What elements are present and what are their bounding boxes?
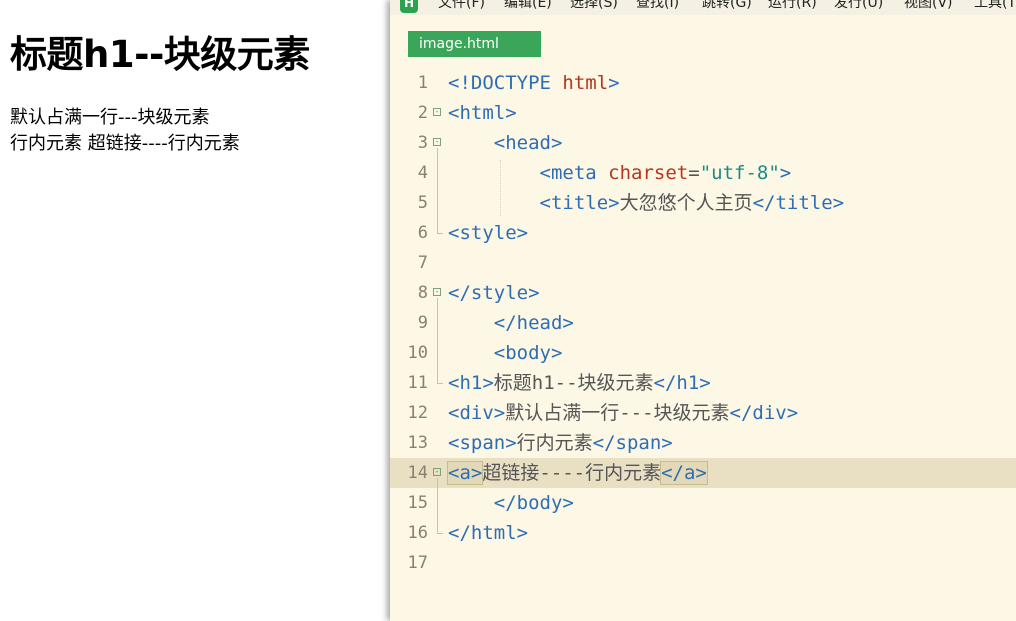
- line-number: 8: [417, 283, 428, 303]
- code-text: <span>行内元素</span>: [448, 432, 673, 454]
- fold-toggle-icon[interactable]: -: [433, 288, 441, 296]
- line-number: 4: [417, 163, 428, 183]
- preview-span-text: 行内元素: [10, 133, 82, 154]
- code-line[interactable]: 4 <meta charset="utf-8">: [390, 158, 1016, 188]
- line-number: 12: [407, 403, 428, 423]
- indent-guide: [500, 160, 501, 216]
- menu-item-2[interactable]: 选择(S): [570, 0, 618, 13]
- fold-guide: [437, 298, 438, 383]
- fold-guide: [437, 148, 438, 233]
- code-line[interactable]: 7: [390, 248, 1016, 278]
- line-number: 16: [407, 523, 428, 543]
- line-number: 3: [417, 133, 428, 153]
- code-line[interactable]: 2- <html>: [390, 98, 1016, 128]
- menu-item-5[interactable]: 运行(R): [768, 0, 817, 13]
- fold-toggle-icon[interactable]: -: [433, 468, 441, 476]
- code-text: <title>大忽悠个人主页</title>: [539, 192, 845, 214]
- menu-item-8[interactable]: 工具(T: [974, 0, 1016, 13]
- line-number: 17: [407, 553, 428, 573]
- code-text: <div>默认占满一行---块级元素</div>: [448, 402, 799, 424]
- code-line[interactable]: 13 <span>行内元素</span>: [390, 428, 1016, 458]
- code-text: <body>: [493, 342, 563, 364]
- code-editor: H 文件(F) 编辑(E) 选择(S) 查找(I) 跳转(G) 运行(R) 发行(U) 视图(…: [390, 0, 1016, 621]
- code-text: </body>: [493, 492, 574, 514]
- line-number: 2: [417, 103, 428, 123]
- menu-item-3[interactable]: 查找(I): [636, 0, 679, 13]
- menu-item-0[interactable]: 文件(F): [438, 0, 485, 13]
- code-line[interactable]: 16 </html>: [390, 518, 1016, 548]
- fold-guide: [437, 478, 438, 533]
- code-line[interactable]: 8- </style>: [390, 278, 1016, 308]
- code-text: </head>: [493, 312, 574, 334]
- code-line[interactable]: 6 <style>: [390, 218, 1016, 248]
- fold-guide-end: [437, 383, 443, 384]
- code-line[interactable]: 14- <a>超链接----行内元素</a>: [390, 458, 1016, 488]
- menu-item-6[interactable]: 发行(U): [834, 0, 883, 13]
- code-line[interactable]: 17: [390, 548, 1016, 578]
- line-number: 14: [407, 463, 428, 483]
- fold-toggle-icon[interactable]: -: [433, 138, 441, 146]
- line-number: 13: [407, 433, 428, 453]
- menu-item-7[interactable]: 视图(V): [904, 0, 953, 13]
- code-line[interactable]: 9 </head>: [390, 308, 1016, 338]
- line-number: 1: [417, 73, 428, 93]
- code-line[interactable]: 5 <title>大忽悠个人主页</title>: [390, 188, 1016, 218]
- code-text: </style>: [448, 282, 540, 304]
- line-number: 15: [407, 493, 428, 513]
- code-line[interactable]: 11 <h1>标题h1--块级元素</h1>: [390, 368, 1016, 398]
- code-line[interactable]: 1 <!DOCTYPE html>: [390, 68, 1016, 98]
- code-line[interactable]: 3- <head>: [390, 128, 1016, 158]
- fold-guide-end: [437, 233, 443, 234]
- menu-item-1[interactable]: 编辑(E): [504, 0, 552, 13]
- code-line[interactable]: 15 </body>: [390, 488, 1016, 518]
- line-number: 11: [407, 373, 428, 393]
- menu-bar: H 文件(F) 编辑(E) 选择(S) 查找(I) 跳转(G) 运行(R) 发行(U) 视图(…: [390, 0, 1016, 15]
- code-line[interactable]: 10 <body>: [390, 338, 1016, 368]
- line-number: 7: [417, 253, 428, 273]
- code-text: </html>: [448, 522, 529, 544]
- line-number: 5: [417, 193, 428, 213]
- fold-toggle-icon[interactable]: -: [433, 108, 441, 116]
- code-text: <head>: [493, 132, 563, 154]
- code-text: <html>: [448, 102, 517, 124]
- code-text: <a>超链接----行内元素</a>: [446, 461, 708, 485]
- code-line[interactable]: 12 <div>默认占满一行---块级元素</div>: [390, 398, 1016, 428]
- code-text: <style>: [448, 222, 529, 244]
- preview-link[interactable]: 超链接----行内元素: [88, 133, 240, 154]
- preview-div-text: 默认占满一行---块级元素: [10, 107, 210, 128]
- code-text: <h1>标题h1--块级元素</h1>: [448, 372, 711, 394]
- code-text: <!DOCTYPE html>: [448, 72, 620, 94]
- line-number: 10: [407, 343, 428, 363]
- line-number: 6: [417, 223, 428, 243]
- preview-heading: 标题h1--块级元素: [10, 33, 310, 76]
- tab-image-html[interactable]: image.html: [408, 31, 541, 57]
- fold-guide-end: [437, 533, 443, 534]
- browser-preview: 标题h1--块级元素 默认占满一行---块级元素 行内元素 超链接----行内元…: [0, 0, 390, 621]
- app-logo-icon: H: [400, 0, 418, 13]
- menu-item-4[interactable]: 跳转(G): [702, 0, 752, 13]
- preview-inline-line: 行内元素 超链接----行内元素: [10, 129, 240, 155]
- line-number: 9: [417, 313, 428, 333]
